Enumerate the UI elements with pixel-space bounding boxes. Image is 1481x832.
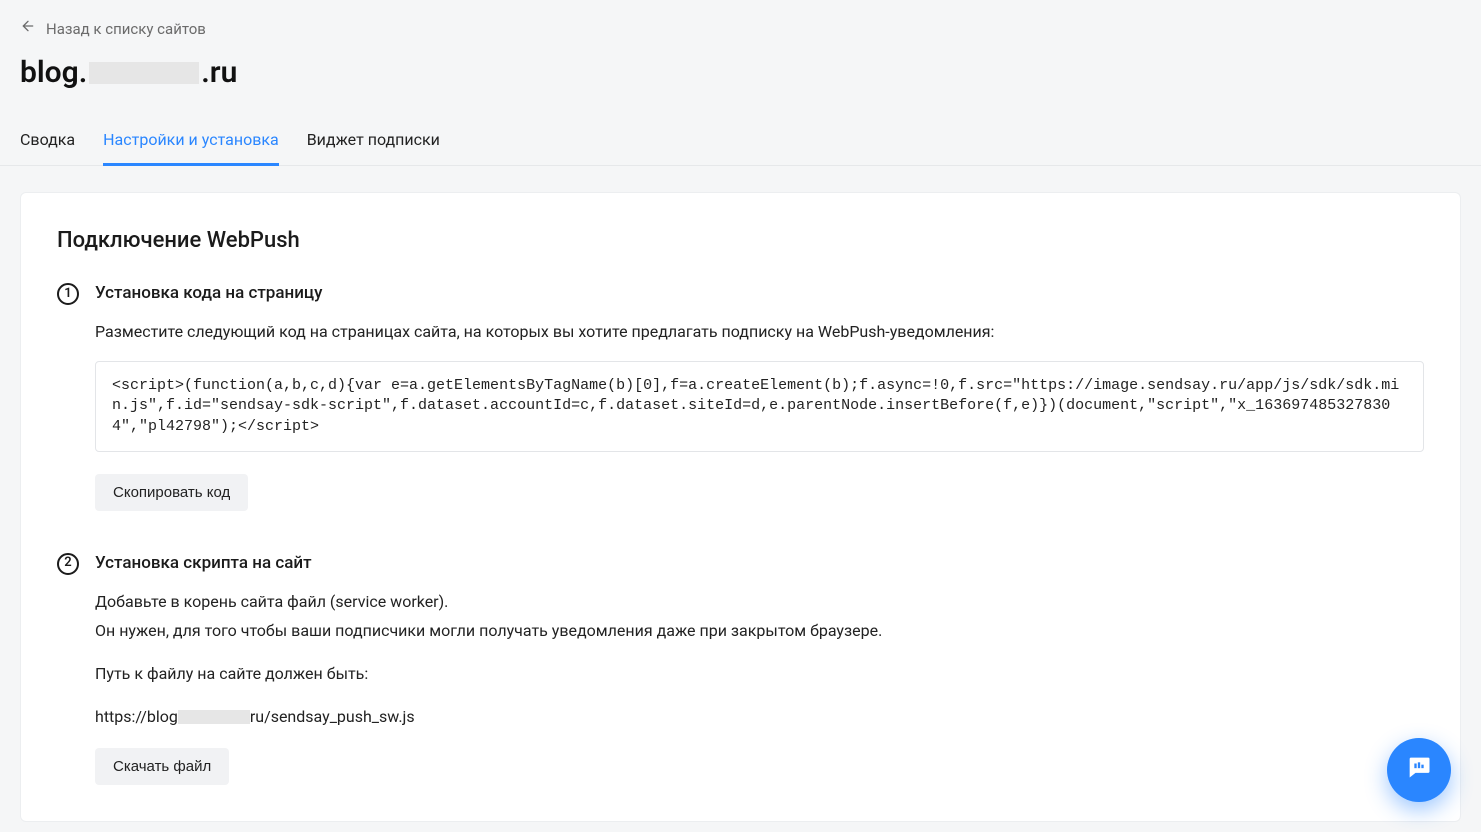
step-number-2: 2	[57, 553, 79, 575]
step-1-title: Установка кода на страницу	[95, 281, 1424, 306]
step-1-desc: Разместите следующий код на страницах са…	[95, 320, 1424, 343]
step-2-line3: Путь к файлу на сайте должен быть:	[95, 662, 1424, 685]
site-title-prefix: blog.	[20, 55, 87, 90]
step-2-title: Установка скрипта на сайт	[95, 551, 1424, 576]
step-1: 1 Установка кода на страницу Разместите …	[57, 281, 1424, 511]
copy-code-button[interactable]: Скопировать код	[95, 474, 248, 511]
service-worker-url: https://blog ru/sendsay_push_sw.js	[95, 705, 1424, 728]
content-panel: Подключение WebPush 1 Установка кода на …	[20, 192, 1461, 822]
sw-url-suffix: ru/sendsay_push_sw.js	[250, 707, 415, 726]
step-2: 2 Установка скрипта на сайт Добавьте в к…	[57, 551, 1424, 785]
page-title: blog. .ru	[20, 51, 237, 95]
back-link-label: Назад к списку сайтов	[46, 19, 206, 41]
chat-fab[interactable]	[1387, 738, 1451, 802]
back-link[interactable]: Назад к списку сайтов	[20, 18, 206, 41]
site-title-suffix: .ru	[201, 55, 237, 90]
step-2-line2: Он нужен, для того чтобы ваши подписчики…	[95, 619, 1424, 642]
tab-settings[interactable]: Настройки и установка	[103, 128, 279, 165]
step-2-line1: Добавьте в корень сайта файл (service wo…	[95, 590, 1424, 613]
step-number-1: 1	[57, 283, 79, 305]
code-snippet[interactable]: <script>(function(a,b,c,d){var e=a.getEl…	[95, 361, 1424, 452]
redacted-domain	[89, 62, 199, 84]
arrow-left-icon	[20, 18, 36, 41]
tab-summary[interactable]: Сводка	[20, 128, 75, 165]
tab-widget[interactable]: Виджет подписки	[307, 128, 440, 165]
redacted-domain-small	[178, 710, 250, 724]
tabs: Сводка Настройки и установка Виджет подп…	[0, 128, 1481, 166]
download-file-button[interactable]: Скачать файл	[95, 748, 229, 785]
download-file-label: Скачать файл	[113, 758, 211, 775]
sw-url-prefix: https://blog	[95, 707, 178, 726]
panel-title: Подключение WebPush	[57, 225, 1424, 257]
chat-icon	[1405, 753, 1433, 788]
copy-code-label: Скопировать код	[113, 484, 230, 501]
